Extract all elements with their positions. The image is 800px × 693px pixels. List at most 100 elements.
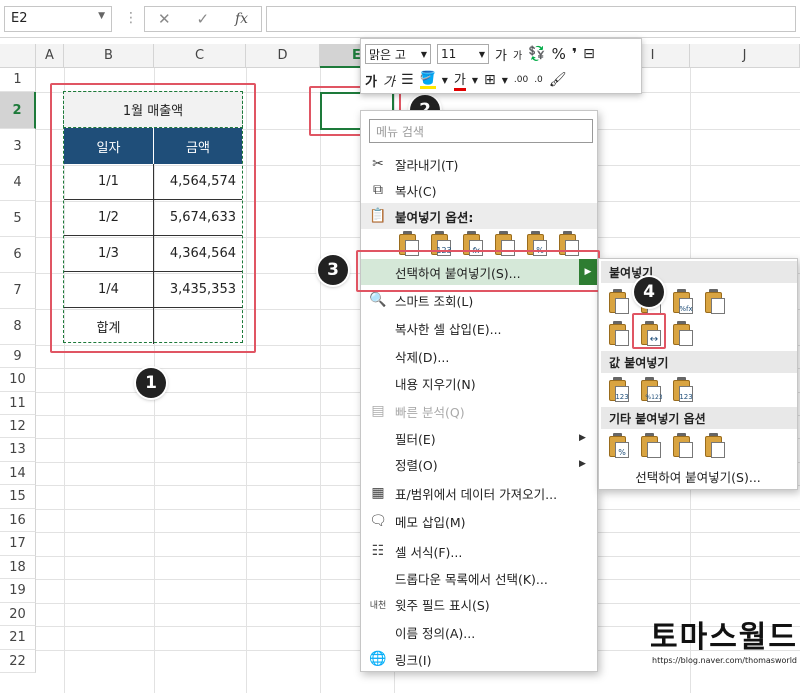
row-header[interactable]: 12 — [0, 415, 36, 438]
paste-link-icon[interactable] — [639, 433, 663, 459]
menu-item-copy[interactable]: ⧉ 복사(C) — [361, 177, 597, 203]
row-header[interactable]: 9 — [0, 345, 36, 368]
row-header[interactable]: 6 — [0, 237, 36, 273]
menu-item-insert-comment[interactable]: 🗨 메모 삽입(M) — [361, 508, 597, 534]
italic-button[interactable]: 가 — [383, 71, 395, 90]
row-header[interactable]: 17 — [0, 532, 36, 556]
column-header-j[interactable]: J — [690, 44, 800, 68]
paste-linked-picture-icon[interactable] — [703, 433, 727, 459]
table-cell-total-value[interactable] — [154, 308, 242, 344]
column-header-a[interactable]: A — [36, 44, 64, 68]
table-cell-date[interactable]: 1/4 — [64, 272, 154, 308]
table-cell-date[interactable]: 1/2 — [64, 200, 154, 236]
menu-item-format-cells[interactable]: ☷ 셀 서식(F)... — [361, 538, 597, 564]
chevron-down-icon[interactable]: ▼ — [479, 50, 485, 59]
menu-search-input[interactable]: 메뉴 검색 — [369, 119, 593, 143]
column-header-d[interactable]: D — [246, 44, 320, 68]
paste-formulas-icon[interactable]: fx — [461, 231, 485, 257]
menu-item-link[interactable]: 🌐 링크(I) — [361, 646, 597, 672]
row-header[interactable]: 14 — [0, 462, 36, 485]
enter-button[interactable]: ✓ — [196, 10, 209, 28]
comma-button[interactable]: ❜ — [572, 45, 577, 63]
more-icon[interactable]: ⋮ — [124, 10, 138, 26]
row-header[interactable]: 21 — [0, 626, 36, 650]
row-header[interactable]: 1 — [0, 68, 36, 92]
name-box[interactable]: E2 ▼ — [4, 6, 112, 32]
paste-icon[interactable] — [397, 231, 421, 257]
grow-font-button[interactable]: 가 — [495, 45, 507, 64]
paste-formatting-icon[interactable]: % — [525, 231, 549, 257]
row-header[interactable]: 8 — [0, 309, 36, 345]
row-header[interactable]: 15 — [0, 485, 36, 509]
menu-item-get-data[interactable]: ▦ 표/범위에서 데이터 가져오기... — [361, 480, 597, 506]
column-header-c[interactable]: C — [154, 44, 246, 68]
font-name-select[interactable]: 맑은 고 ▼ — [365, 44, 431, 64]
paste-icon[interactable] — [607, 289, 631, 315]
shrink-font-button[interactable]: 가 — [513, 47, 522, 62]
paste-values-icon[interactable]: 123 — [607, 377, 631, 403]
font-color-button[interactable]: 가 — [453, 69, 466, 91]
menu-item-insert-copied[interactable]: 복사한 셀 삽입(E)... — [361, 315, 597, 341]
menu-item-cut[interactable]: ✂ 잘라내기(T) — [361, 151, 597, 177]
paste-values-source-format-icon[interactable]: 123 — [671, 377, 695, 403]
menu-item-sort[interactable]: 정렬(O) ▶ — [361, 451, 597, 477]
row-header[interactable]: 22 — [0, 650, 36, 673]
menu-item-phonetic[interactable]: 내천 윗주 필드 표시(S) — [361, 591, 597, 617]
table-cell-amount[interactable]: 3,435,353 — [154, 272, 242, 308]
table-cell-date[interactable]: 1/3 — [64, 236, 154, 272]
row-header[interactable]: 4 — [0, 165, 36, 201]
chevron-down-icon[interactable]: ▼ — [421, 50, 427, 59]
paste-keep-column-widths-icon[interactable]: ↔ — [639, 321, 663, 347]
paste-formulas-number-format-icon[interactable]: %fx — [671, 289, 695, 315]
merge-center-icon[interactable]: ⊟ — [583, 46, 595, 62]
menu-item-clear-contents[interactable]: 내용 지우기(N) — [361, 370, 597, 396]
paste-transpose-icon[interactable] — [671, 321, 695, 347]
table-cell-total-label[interactable]: 합계 — [64, 308, 154, 344]
paste-link-icon[interactable] — [557, 231, 581, 257]
submenu-paste-special-link[interactable]: 선택하여 붙여넣기(S)... — [599, 465, 797, 487]
paste-values-number-format-icon[interactable]: %123 — [639, 377, 663, 403]
chevron-down-icon[interactable]: ▼ — [98, 11, 105, 21]
select-all-corner[interactable] — [0, 44, 36, 68]
bold-button[interactable]: 가 — [365, 71, 377, 90]
table-title-cell[interactable]: 1월 매출액 — [63, 91, 243, 128]
increase-decimal-button[interactable]: .00 — [514, 75, 528, 85]
menu-item-pick-dropdown[interactable]: 드롭다운 목록에서 선택(K)... — [361, 565, 597, 591]
borders-icon[interactable]: ⊞ — [484, 72, 496, 88]
chevron-down-icon[interactable]: ▼ — [502, 76, 508, 85]
menu-item-paste-special[interactable]: 선택하여 붙여넣기(S)... ▶ — [361, 259, 597, 285]
row-header[interactable]: 10 — [0, 368, 36, 392]
insert-function-button[interactable]: fx — [235, 11, 248, 27]
paste-picture-icon[interactable] — [671, 433, 695, 459]
table-header-amount[interactable]: 금액 — [154, 128, 242, 164]
row-header[interactable]: 16 — [0, 509, 36, 532]
accounting-format-icon[interactable]: 💱 — [528, 46, 545, 62]
fill-color-icon[interactable]: 🪣 — [419, 71, 436, 89]
font-size-select[interactable]: 11 ▼ — [437, 44, 489, 64]
table-cell-amount[interactable]: 5,674,633 — [154, 200, 242, 236]
format-painter-icon[interactable]: 🖌 — [549, 72, 567, 88]
paste-transpose-icon[interactable] — [493, 231, 517, 257]
align-icon[interactable]: ☰ — [401, 72, 414, 88]
paste-formatting-icon[interactable]: % — [607, 433, 631, 459]
row-header[interactable]: 3 — [0, 129, 36, 165]
menu-item-smart-lookup[interactable]: 🔍 스마트 조회(L) — [361, 287, 597, 313]
formula-input[interactable] — [266, 6, 796, 32]
table-cell-amount[interactable]: 4,364,564 — [154, 236, 242, 272]
cancel-button[interactable]: ✕ — [158, 10, 171, 28]
percent-button[interactable]: % — [552, 45, 566, 63]
chevron-down-icon[interactable]: ▼ — [472, 76, 478, 85]
row-header[interactable]: 18 — [0, 556, 36, 579]
paste-values-icon[interactable]: 123 — [429, 231, 453, 257]
chevron-down-icon[interactable]: ▼ — [442, 76, 448, 85]
row-header[interactable]: 13 — [0, 438, 36, 462]
column-header-b[interactable]: B — [64, 44, 154, 68]
table-header-date[interactable]: 일자 — [64, 128, 154, 164]
decrease-decimal-button[interactable]: .0 — [534, 75, 543, 85]
table-cell-amount[interactable]: 4,564,574 — [154, 164, 242, 200]
menu-item-define-name[interactable]: 이름 정의(A)... — [361, 619, 597, 645]
row-header[interactable]: 2 — [0, 92, 36, 129]
menu-item-filter[interactable]: 필터(E) ▶ — [361, 425, 597, 451]
menu-item-delete[interactable]: 삭제(D)... — [361, 343, 597, 369]
row-header[interactable]: 7 — [0, 273, 36, 309]
